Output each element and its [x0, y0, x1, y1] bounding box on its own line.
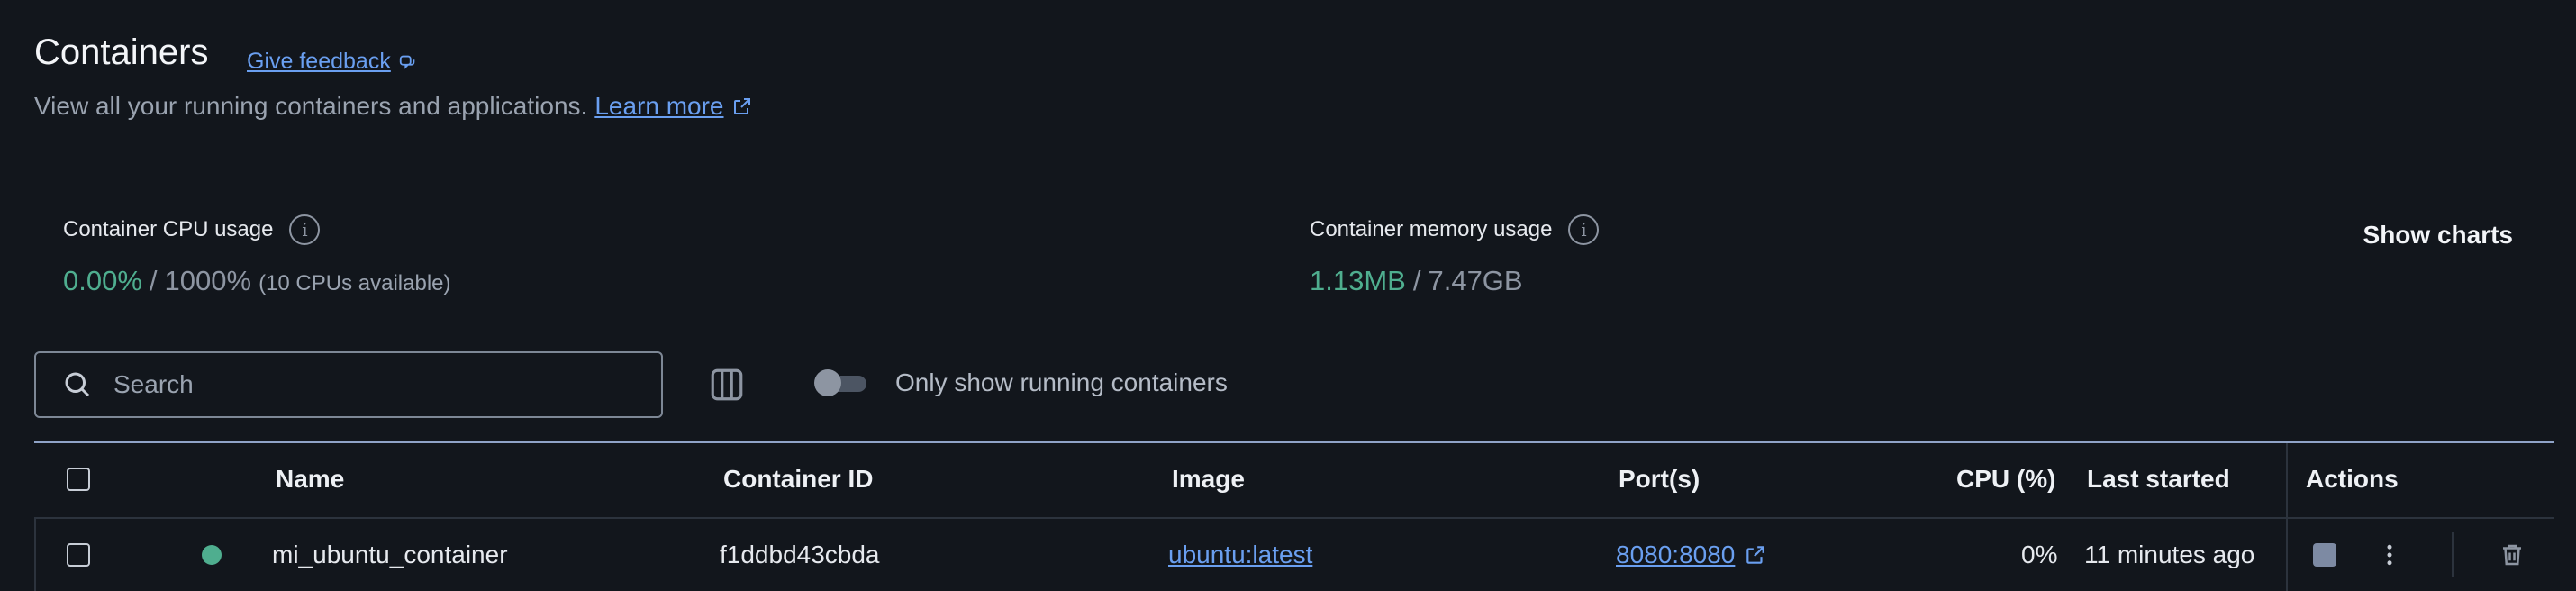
- column-header-cpu[interactable]: CPU (%): [1956, 443, 2055, 515]
- learn-more-label: Learn more: [594, 92, 724, 120]
- memory-usage-label-text: Container memory usage: [1310, 217, 1553, 241]
- select-all-cell: [67, 443, 90, 515]
- last-started-value: 11 minutes ago: [2084, 541, 2255, 568]
- search-icon: [65, 372, 90, 397]
- table-header-row: Name Container ID Image Port(s) CPU (%) …: [34, 443, 2554, 515]
- running-only-label: Only show running containers: [895, 368, 1228, 396]
- row-select-cell: [67, 519, 90, 591]
- memory-used: 1.13MB: [1310, 265, 1406, 296]
- external-link-icon[interactable]: [1744, 543, 1767, 567]
- container-name[interactable]: mi_ubuntu_container: [272, 519, 508, 591]
- column-header-container-id[interactable]: Container ID: [723, 443, 873, 515]
- column-header-ports[interactable]: Port(s): [1619, 443, 1700, 515]
- page-title: Containers: [34, 32, 209, 72]
- row-checkbox[interactable]: [67, 543, 90, 567]
- info-icon[interactable]: i: [1568, 214, 1600, 245]
- status-cell: [202, 519, 222, 591]
- running-filter: Only show running containers: [814, 368, 1228, 397]
- select-all-checkbox[interactable]: [67, 468, 90, 491]
- column-header-last-started[interactable]: Last started: [2087, 443, 2230, 515]
- column-header-image[interactable]: Image: [1172, 443, 1245, 515]
- learn-more-link[interactable]: Learn more: [594, 92, 752, 121]
- running-only-toggle[interactable]: [814, 369, 868, 396]
- cpu-usage-label: Container CPU usage i: [63, 214, 321, 245]
- table-row[interactable]: mi_ubuntu_container f1ddbd43cbda ubuntu:…: [34, 517, 2554, 589]
- memory-total: 7.47GB: [1428, 265, 1523, 296]
- search-box[interactable]: [34, 351, 663, 418]
- cpu-available-note: (10 CPUs available): [259, 271, 451, 296]
- cpu-total: 1000%: [164, 265, 252, 296]
- cpu-separator: /: [149, 265, 158, 296]
- feedback-icon: [399, 55, 415, 69]
- containers-table: Name Container ID Image Port(s) CPU (%) …: [34, 441, 2554, 591]
- columns-icon[interactable]: [708, 366, 746, 404]
- column-header-name[interactable]: Name: [276, 443, 344, 515]
- container-id: f1ddbd43cbda: [720, 541, 880, 568]
- image-link[interactable]: ubuntu:latest: [1168, 541, 1312, 569]
- give-feedback-link[interactable]: Give feedback: [247, 49, 418, 75]
- page-subtitle: View all your running containers and app…: [34, 92, 753, 121]
- info-icon[interactable]: i: [289, 214, 321, 245]
- show-charts-button[interactable]: Show charts: [2363, 221, 2513, 250]
- actions-column-divider: [2286, 443, 2554, 591]
- cpu-usage-value: 0.00% / 1000% (10 CPUs available): [63, 265, 450, 297]
- cpu-usage-label-text: Container CPU usage: [63, 217, 274, 241]
- toggle-knob: [814, 369, 841, 396]
- port-link[interactable]: 8080:8080: [1616, 541, 1735, 569]
- cpu-value: 0%: [2021, 541, 2058, 568]
- status-running-icon: [202, 545, 222, 565]
- search-input[interactable]: [113, 370, 618, 399]
- cpu-used: 0.00%: [63, 265, 142, 296]
- give-feedback-label: Give feedback: [247, 49, 391, 74]
- ports-cell: 8080:8080: [1616, 519, 1767, 591]
- memory-usage-value: 1.13MB / 7.47GB: [1310, 265, 1523, 297]
- subtitle-text: View all your running containers and app…: [34, 92, 588, 120]
- image-cell: ubuntu:latest: [1168, 519, 1312, 591]
- memory-usage-label: Container memory usage i: [1310, 214, 1600, 245]
- memory-separator: /: [1412, 265, 1421, 296]
- external-link-icon: [733, 98, 750, 114]
